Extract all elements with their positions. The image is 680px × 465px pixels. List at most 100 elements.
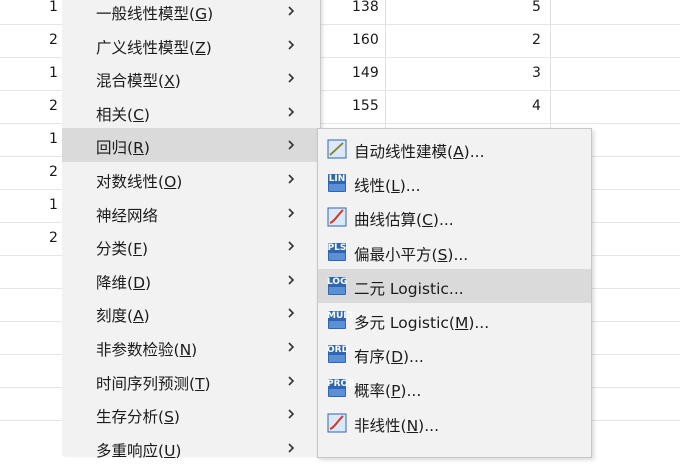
mnemonic-key: D [391,348,403,367]
regression-menu-item[interactable]: 非线性(N)... [318,406,591,440]
chevron-right-icon [288,140,295,150]
analyze-menu-item[interactable]: 分类(F) [62,229,320,263]
regression-menu-item[interactable]: PROB 概率(P)... [318,371,591,405]
mnemonic-key: A [453,143,464,161]
analyze-menu-item[interactable]: 广义线性模型(Z) [62,28,320,62]
grid-cell[interactable]: 149 [352,65,379,97]
menu-item-suffix: ) [173,408,180,427]
menu-item-text: 线性( [354,177,392,196]
mnemonic-key: S [437,245,448,264]
menu-item-text: 对数线性( [96,173,165,191]
mnemonic-key: A [133,307,144,326]
grid-cell[interactable]: 1 [49,197,58,229]
menu-item-suffix: )... [400,382,422,401]
menu-item-text: 一般线性模型( [96,5,196,23]
mnemonic-key: L [391,177,400,196]
chevron-right-icon [288,174,295,184]
mnemonic-key: N [179,341,192,359]
grid-cell[interactable]: 1 [49,65,58,97]
grid-cell[interactable]: 2 [49,98,58,130]
menu-item-text: 分类( [96,240,134,259]
icon-badge-text: PLS [327,242,347,253]
analyze-menu-item[interactable]: 多重响应(U) [62,431,320,465]
menu-item-text: 相关( [96,105,134,124]
menu-item-suffix: )... [432,211,454,230]
menu-item-text: 概率( [354,382,392,401]
regression-menu-item[interactable]: LIN 线性(L)... [318,166,591,200]
analyze-menu-item[interactable]: 回归(R) [62,128,320,163]
grid-cell[interactable]: 4 [532,98,541,130]
regression-submenu: 自动线性建模(A)... LIN 线性(L)... 曲线估算(C)... PLS 偏… [317,128,592,458]
menu-item-text: 有序( [354,348,392,367]
icon-badge-text: LOG [327,276,348,287]
grid-cell[interactable]: 155 [352,98,379,130]
mnemonic-key: C [133,105,144,124]
menu-item-text: 非参数检验( [96,341,180,359]
grid-cell[interactable]: 138 [352,0,379,31]
icon-badge-text: PROB [327,379,356,390]
analyze-menu-item[interactable]: 神经网络 [62,196,320,230]
menu-item-suffix: ) [143,307,150,326]
menu-item-text: 二元 Logistic... [354,279,464,298]
grid-cell[interactable]: 2 [49,164,58,196]
analyze-menu-item[interactable]: 相关(C) [62,95,320,129]
menu-item-suffix: ) [191,341,198,359]
mnemonic-key: S [164,408,174,427]
menu-item-suffix: ) [207,5,214,23]
icon-badge-text: LIN [328,174,346,185]
regression-menu-item[interactable]: 曲线估算(C)... [318,200,591,234]
regression-menu-item[interactable]: LOG 二元 Logistic... [318,268,591,303]
menu-item-suffix: ) [143,139,150,158]
mnemonic-key: X [164,72,175,91]
analyze-menu-item[interactable]: 生存分析(S) [62,397,320,431]
menu-item-suffix: )... [399,177,421,196]
analyze-menu-item[interactable]: 对数线性(O) [62,162,320,196]
regression-menu-item[interactable]: 自动线性建模(A)... [318,132,591,166]
menu-item-text: 生存分析( [96,408,165,427]
icon-badge-text: MULT [327,311,354,321]
chevron-right-icon [288,208,295,218]
menu-item-suffix: ) [175,441,182,460]
mnemonic-key: C [422,211,433,230]
mnemonic-key: O [164,173,177,191]
menu-item-text: 回归( [96,139,134,158]
grid-cell[interactable]: 2 [49,230,58,262]
auto-linear-modeling-icon [327,139,347,159]
regression-menu-item[interactable]: MULT 多元 Logistic(M)... [318,303,591,337]
menu-item-text: 多元 Logistic( [354,314,455,332]
mnemonic-key: Z [195,38,206,57]
grid-cell[interactable]: 1 [49,131,58,163]
analyze-menu-item[interactable]: 非参数检验(N) [62,330,320,364]
regression-menu-item[interactable]: PLS 偏最小平方(S)... [318,235,591,269]
chevron-right-icon [288,308,295,318]
chevron-right-icon [288,342,295,352]
analyze-menu-item[interactable]: 刻度(A) [62,296,320,330]
regression-menu-item[interactable]: ORD 有序(D)... [318,337,591,371]
curve-estimation-icon [327,207,347,227]
grid-cell[interactable]: 5 [532,0,541,31]
grid-cell[interactable]: 160 [352,32,379,64]
menu-item-suffix: ) [141,240,149,259]
chevron-right-icon [288,6,295,16]
menu-item-suffix: ) [204,374,211,393]
menu-item-text: 降维( [96,273,134,292]
menu-item-text: 偏最小平方( [354,245,438,264]
analyze-menu-item[interactable]: 一般线性模型(G) [62,0,320,28]
menu-item-text: 神经网络 [96,206,159,225]
menu-item-text: 曲线估算( [354,211,423,230]
menu-item-text: 自动线性建模( [354,143,454,161]
grid-cell[interactable]: 2 [532,32,541,64]
chevron-right-icon [288,40,295,50]
menu-item-suffix: ) [205,38,212,57]
menu-item-suffix: )... [403,348,424,367]
menu-item-text: 非线性( [354,416,407,435]
analyze-menu-item[interactable]: 时间序列预测(T) [62,364,320,398]
grid-cell[interactable]: 3 [532,65,541,97]
menu-item-text: 刻度( [96,307,134,326]
menu-item-suffix: ) [174,72,181,91]
analyze-menu-item[interactable]: 降维(D) [62,263,320,297]
analyze-menu-item[interactable]: 混合模型(X) [62,61,320,95]
menu-item-suffix: )... [463,143,485,161]
grid-cell[interactable]: 1 [49,0,58,31]
grid-cell[interactable]: 2 [49,32,58,64]
